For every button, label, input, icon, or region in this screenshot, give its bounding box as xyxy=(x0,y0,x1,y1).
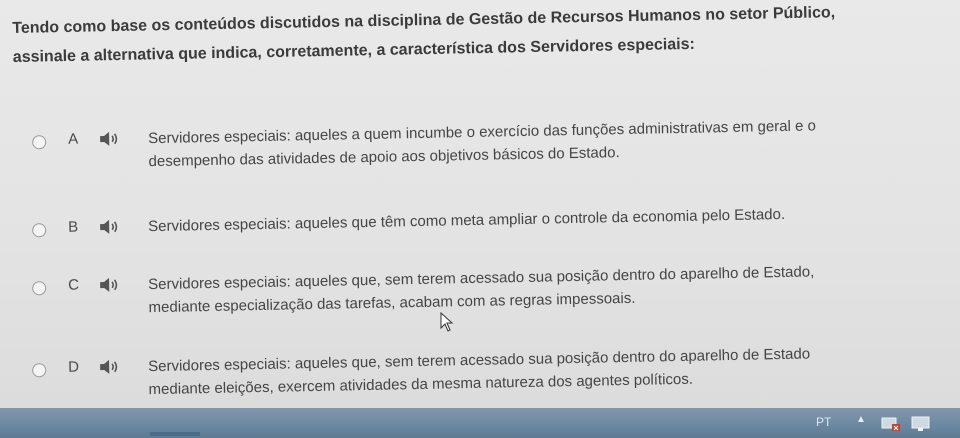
option-a[interactable]: A Servidores especiais: aqueles a quem i… xyxy=(0,114,960,192)
option-b-letter: B xyxy=(67,218,79,236)
language-indicator[interactable]: PT xyxy=(816,415,831,429)
option-d-text: Servidores especiais: aqueles que, sem t… xyxy=(148,340,944,401)
option-b-line-1: Servidores especiais: aqueles que têm co… xyxy=(147,205,786,236)
tray-arrow-icon[interactable]: ▲ xyxy=(856,414,866,425)
taskbar-app-indicator[interactable] xyxy=(150,432,200,436)
network-icon[interactable] xyxy=(880,416,902,432)
radio-option-c[interactable] xyxy=(32,281,47,296)
mouse-cursor-icon xyxy=(440,312,454,332)
monitor-icon[interactable] xyxy=(910,416,932,432)
speaker-icon[interactable] xyxy=(98,219,120,235)
radio-option-d[interactable] xyxy=(32,363,47,378)
question-text: Tendo como base os conteúdos discutidos … xyxy=(12,0,948,72)
speaker-icon[interactable] xyxy=(98,277,120,293)
radio-option-a[interactable] xyxy=(32,135,47,150)
option-c-letter: C xyxy=(67,276,80,294)
option-a-text: Servidores especiais: aqueles a quem inc… xyxy=(148,112,944,173)
page-background: Tendo como base os conteúdos discutidos … xyxy=(0,0,960,408)
speaker-icon[interactable] xyxy=(98,359,120,375)
option-d-letter: D xyxy=(67,358,80,376)
taskbar: PT ▲ xyxy=(0,408,960,438)
radio-option-b[interactable] xyxy=(32,223,47,238)
option-a-letter: A xyxy=(67,130,79,148)
speaker-icon[interactable] xyxy=(98,131,120,147)
option-b-text: Servidores especiais: aqueles que têm co… xyxy=(148,200,943,238)
